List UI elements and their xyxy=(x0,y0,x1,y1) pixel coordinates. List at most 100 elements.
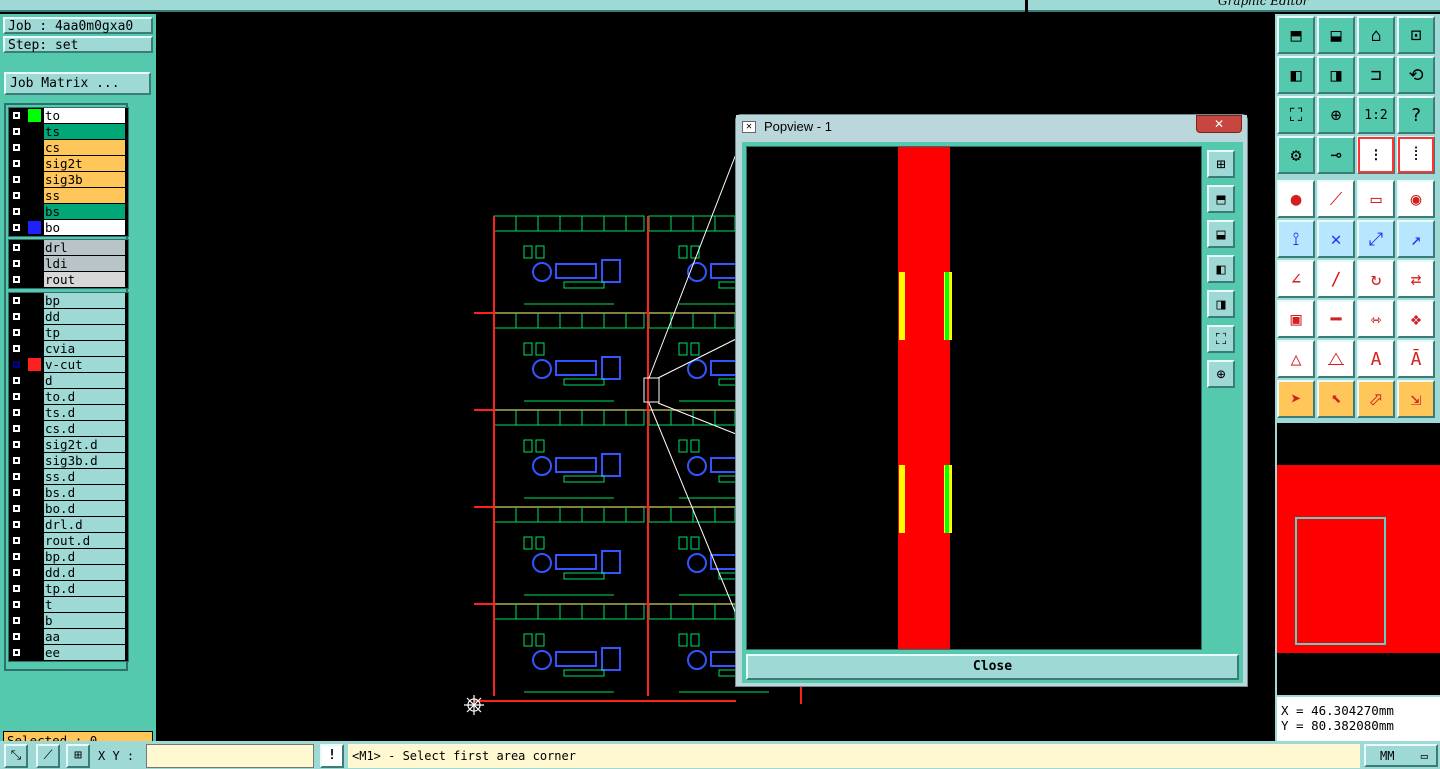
layer-row-d[interactable]: d xyxy=(9,373,128,389)
layer-checkbox[interactable] xyxy=(12,504,21,513)
help-button[interactable]: ? xyxy=(1397,96,1435,134)
center-icon[interactable]: ⊕ xyxy=(1207,360,1235,388)
layer-name[interactable]: to.d xyxy=(44,389,125,404)
layer-name[interactable]: aa xyxy=(44,629,125,644)
layer-checkbox[interactable] xyxy=(12,175,21,184)
layer-name[interactable]: bs.d xyxy=(44,485,125,500)
center-button[interactable]: ⊕ xyxy=(1317,96,1355,134)
home-button[interactable]: ⌂ xyxy=(1357,16,1395,54)
layer-row-drl[interactable]: drl xyxy=(9,240,128,256)
layer-name[interactable]: cs xyxy=(44,140,125,155)
move-left-button[interactable]: ◧ xyxy=(1277,56,1315,94)
layer-checkbox[interactable] xyxy=(12,360,21,369)
layer-name[interactable]: rout.d xyxy=(44,533,125,548)
layer-checkbox[interactable] xyxy=(12,223,21,232)
layer-row-aa[interactable]: aa xyxy=(9,629,128,645)
flip-button[interactable]: ⇄ xyxy=(1397,260,1435,298)
shape-button[interactable]: ❖ xyxy=(1397,300,1435,338)
layer-name[interactable]: ts.d xyxy=(44,405,125,420)
close-icon[interactable]: ✕ xyxy=(1196,115,1242,133)
layer-checkbox[interactable] xyxy=(12,275,21,284)
layer-checkbox[interactable] xyxy=(12,488,21,497)
tools-button[interactable]: ⚙ xyxy=(1277,136,1315,174)
layer-row-rout[interactable]: rout xyxy=(9,272,128,288)
layer-checkbox[interactable] xyxy=(12,456,21,465)
layer-checkbox[interactable] xyxy=(12,568,21,577)
pad-move-button[interactable]: ▣ xyxy=(1277,300,1315,338)
zoom-in-icon[interactable]: ⊞ xyxy=(1207,150,1235,178)
overview-viewport[interactable] xyxy=(1295,517,1386,645)
layer-checkbox[interactable] xyxy=(12,312,21,321)
select-box-button[interactable]: ⬉ xyxy=(1317,380,1355,418)
probe-button[interactable]: ⊸ xyxy=(1317,136,1355,174)
layer-checkbox[interactable] xyxy=(12,424,21,433)
layer-row-ldi[interactable]: ldi xyxy=(9,256,128,272)
zoom-down-icon[interactable]: ⬓ xyxy=(1207,220,1235,248)
layer-checkbox[interactable] xyxy=(12,207,21,216)
layer-name[interactable]: bp xyxy=(44,293,125,308)
rotate-button[interactable]: ⟲ xyxy=(1397,56,1435,94)
layer-row-bp.d[interactable]: bp.d xyxy=(9,549,128,565)
line-move-button[interactable]: ━ xyxy=(1317,300,1355,338)
layer-name[interactable]: ss.d xyxy=(44,469,125,484)
ratio-button[interactable]: 1:2 xyxy=(1357,96,1395,134)
pan-right-icon[interactable]: ◨ xyxy=(1207,290,1235,318)
point-button[interactable]: ↗ xyxy=(1397,220,1435,258)
layer-row-rout.d[interactable]: rout.d xyxy=(9,533,128,549)
layer-name[interactable]: b xyxy=(44,613,125,628)
triangle-a-button[interactable]: A xyxy=(1357,340,1395,378)
xy-input[interactable] xyxy=(146,744,314,768)
layer-checkbox[interactable] xyxy=(12,328,21,337)
layer-checkbox[interactable] xyxy=(12,127,21,136)
layer-checkbox[interactable] xyxy=(12,600,21,609)
copy-down-button[interactable]: ⬓ xyxy=(1317,16,1355,54)
add-line-button[interactable]: ⟋ xyxy=(1317,180,1355,218)
mirror-button[interactable]: ⊐ xyxy=(1357,56,1395,94)
layer-checkbox[interactable] xyxy=(12,376,21,385)
layer-name[interactable]: tp.d xyxy=(44,581,125,596)
layer-checkbox[interactable] xyxy=(12,111,21,120)
layer-name[interactable]: drl xyxy=(44,240,125,255)
measure-button[interactable]: ⇿ xyxy=(1357,300,1395,338)
snap-button[interactable]: ⤢ xyxy=(1357,220,1395,258)
copy-up-button[interactable]: ⬒ xyxy=(1277,16,1315,54)
layer-name[interactable]: rout xyxy=(44,272,125,287)
job-matrix-button[interactable]: Job Matrix ... xyxy=(4,72,151,95)
units-select[interactable]: MM ▭ xyxy=(1364,744,1438,767)
layer-name[interactable]: d xyxy=(44,373,125,388)
route-button[interactable]: ⁞ xyxy=(1397,136,1435,174)
layer-name[interactable]: ss xyxy=(44,188,125,203)
layer-row-cvia[interactable]: cvia xyxy=(9,341,128,357)
layer-checkbox[interactable] xyxy=(12,243,21,252)
layer-row-to[interactable]: to xyxy=(9,108,128,124)
select-net-button[interactable]: ⇲ xyxy=(1397,380,1435,418)
popview-titlebar[interactable]: ✕ Popview - 1 xyxy=(736,115,1247,141)
layer-checkbox[interactable] xyxy=(12,296,21,305)
slash-button[interactable]: ∕ xyxy=(1317,260,1355,298)
layer-checkbox[interactable] xyxy=(12,440,21,449)
overview-map[interactable] xyxy=(1277,423,1440,695)
layer-checkbox[interactable] xyxy=(12,520,21,529)
layer-row-sig2t[interactable]: sig2t xyxy=(9,156,128,172)
layer-checkbox[interactable] xyxy=(12,648,21,657)
layer-checkbox[interactable] xyxy=(12,408,21,417)
layer-row-to.d[interactable]: to.d xyxy=(9,389,128,405)
select-poly-button[interactable]: ⬀ xyxy=(1357,380,1395,418)
layer-row-t[interactable]: t xyxy=(9,597,128,613)
layer-name[interactable]: sig3b.d xyxy=(44,453,125,468)
layer-checkbox[interactable] xyxy=(12,259,21,268)
layer-row-b[interactable]: b xyxy=(9,613,128,629)
layer-name[interactable]: cs.d xyxy=(44,421,125,436)
layer-row-ee[interactable]: ee xyxy=(9,645,128,661)
alert-icon[interactable]: ! xyxy=(320,744,344,768)
layer-row-dd.d[interactable]: dd.d xyxy=(9,565,128,581)
zoom-up-icon[interactable]: ⬒ xyxy=(1207,185,1235,213)
drill-button[interactable]: ⁝ xyxy=(1357,136,1395,174)
layer-row-ss.d[interactable]: ss.d xyxy=(9,469,128,485)
layer-checkbox[interactable] xyxy=(12,584,21,593)
triangle-button[interactable]: △ xyxy=(1277,340,1315,378)
circle-button[interactable]: ◉ xyxy=(1397,180,1435,218)
layer-name[interactable]: ldi xyxy=(44,256,125,271)
layer-row-bs.d[interactable]: bs.d xyxy=(9,485,128,501)
layer-row-sig3b[interactable]: sig3b xyxy=(9,172,128,188)
